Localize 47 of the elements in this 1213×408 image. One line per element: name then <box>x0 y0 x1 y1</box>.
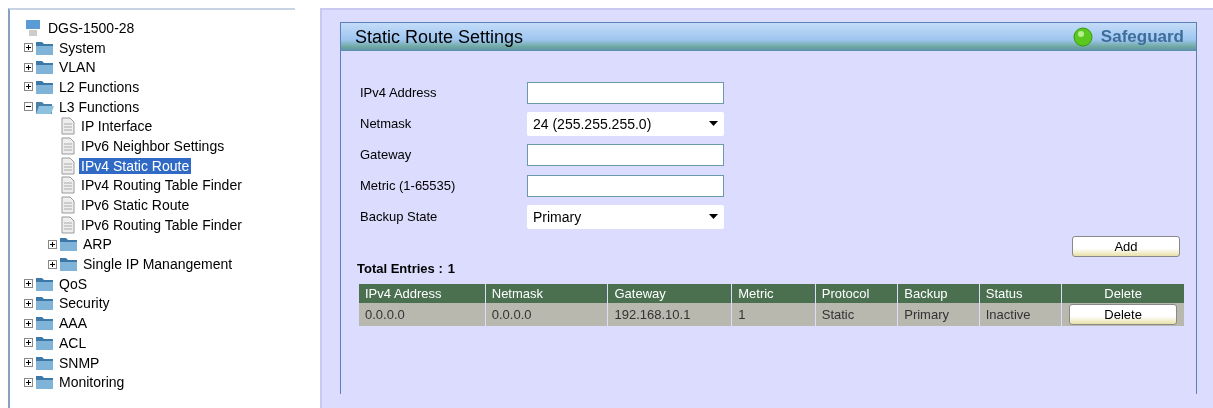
tree-item[interactable]: IPv6 Static Route <box>79 197 192 214</box>
total-entries-count: 1 <box>447 261 455 276</box>
tree-item[interactable]: L2 Functions <box>57 78 142 95</box>
safeguard-label: Safeguard <box>1100 27 1184 47</box>
column-header: Netmask <box>485 284 608 303</box>
column-header: Metric <box>731 284 816 303</box>
tree-item[interactable]: IPv6 Neighbor Settings <box>79 137 227 154</box>
tree-item[interactable]: IP Interface <box>79 118 155 135</box>
column-header: Status <box>979 284 1062 303</box>
tree-item[interactable]: QoS <box>57 275 89 292</box>
table-cell: 0.0.0.0 <box>359 303 486 326</box>
table-cell: Inactive <box>979 303 1062 326</box>
table-cell: 192.168.10.1 <box>608 303 732 326</box>
field-label: Netmask <box>360 116 413 131</box>
tree-root[interactable]: DGS-1500-28 <box>46 19 137 36</box>
tree-item[interactable]: ACL <box>57 334 89 351</box>
tree-item[interactable]: SNMP <box>57 354 102 371</box>
panel-title: Static Route Settings <box>355 26 524 48</box>
tree-item[interactable]: L3 Functions <box>57 98 142 115</box>
column-header: Delete <box>1061 284 1184 303</box>
total-entries-label: Total Entries : <box>357 261 443 276</box>
field-label: Gateway <box>360 147 413 162</box>
table-cell: Primary <box>897 303 980 326</box>
table-cell: Static <box>815 303 898 326</box>
column-header: IPv4 Address <box>359 284 486 303</box>
tree-item[interactable]: IPv6 Routing Table Finder <box>79 216 244 233</box>
column-header: Gateway <box>608 284 732 303</box>
tree-item[interactable]: Monitoring <box>57 374 127 391</box>
tree-item[interactable]: System <box>57 39 108 56</box>
field-label: IPv4 Address <box>360 85 438 100</box>
table-cell: 0.0.0.0 <box>485 303 608 326</box>
add-button[interactable]: Add <box>1072 236 1180 257</box>
delete-button[interactable]: Delete <box>1069 304 1178 325</box>
table-cell: 1 <box>731 303 816 326</box>
column-header: Backup <box>897 284 980 303</box>
tree-item[interactable]: IPv4 Routing Table Finder <box>79 177 244 194</box>
field-label: Metric (1-65535) <box>360 178 457 193</box>
tree-item[interactable]: VLAN <box>57 59 98 76</box>
tree-item[interactable]: IPv4 Static Route <box>79 157 192 174</box>
dropdown[interactable]: Primary <box>527 204 724 229</box>
column-header: Protocol <box>815 284 898 303</box>
dropdown[interactable]: 24 (255.255.255.0) <box>527 111 724 136</box>
tree-item[interactable]: Single IP Manangement <box>81 256 235 273</box>
field-label: Backup State <box>360 209 439 224</box>
tree-item[interactable]: ARP <box>81 236 114 253</box>
tree-item[interactable]: AAA <box>57 315 89 332</box>
tree-item[interactable]: Security <box>57 295 112 312</box>
